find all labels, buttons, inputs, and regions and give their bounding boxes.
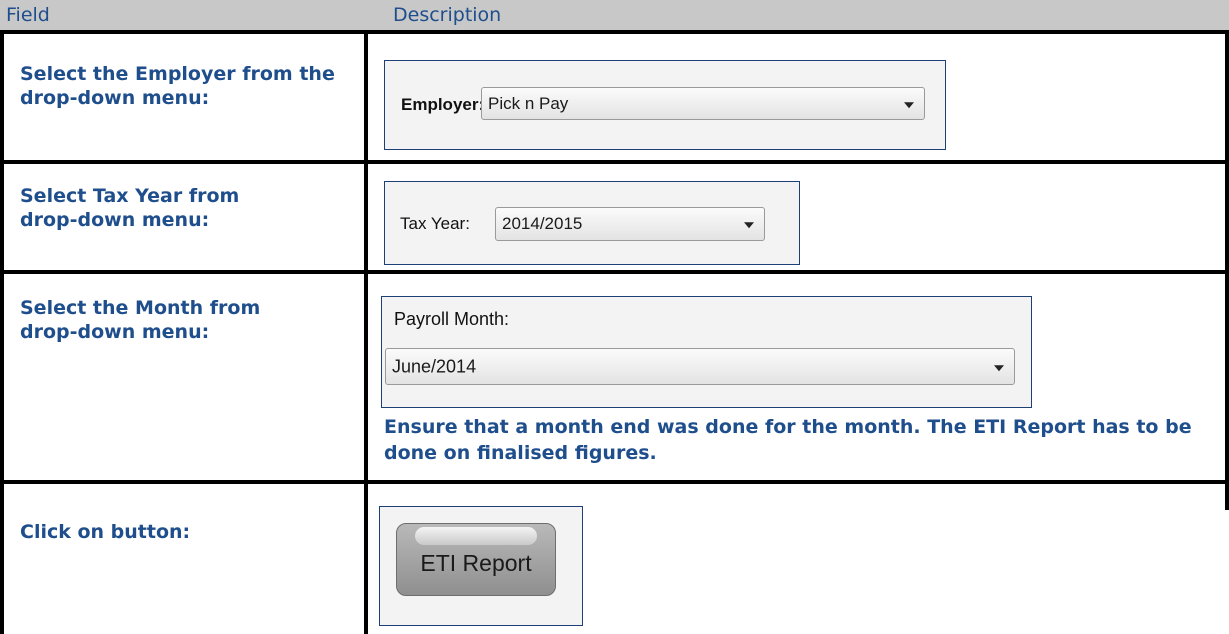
tax-year-value: 2014/2015 xyxy=(502,214,583,233)
chevron-down-icon[interactable] xyxy=(904,101,914,108)
payroll-month-screenshot: Payroll Month: June/2014 xyxy=(381,296,1032,408)
row-divider xyxy=(0,270,1229,274)
month-end-note: Ensure that a month end was done for the… xyxy=(384,416,1192,464)
tax-year-label: Tax Year: xyxy=(400,214,470,233)
tax-year-dropdown[interactable]: 2014/2015 xyxy=(495,207,765,241)
table-header: Field Description xyxy=(0,0,1229,30)
payroll-month-dropdown[interactable]: June/2014 xyxy=(385,348,1015,385)
row-employer-label: Select the Employer from the drop-down m… xyxy=(20,63,335,109)
employer-value: Pick n Pay xyxy=(488,93,569,113)
description-column-header: Description xyxy=(393,4,502,26)
employer-label: Employer: xyxy=(401,95,485,114)
payroll-month-value: June/2014 xyxy=(392,356,477,376)
eti-button-screenshot: ETI Report xyxy=(379,506,583,626)
eti-report-button-label: ETI Report xyxy=(420,550,532,576)
field-column-header: Field xyxy=(6,4,50,26)
column-divider xyxy=(364,30,368,634)
row-divider xyxy=(0,160,1229,164)
employer-dropdown[interactable]: Pick n Pay xyxy=(481,87,925,120)
row-divider xyxy=(0,30,1229,34)
employer-screenshot: Employer: Pick n Pay xyxy=(384,60,946,150)
payroll-month-label: Payroll Month: xyxy=(394,309,510,329)
row-divider xyxy=(0,480,1229,484)
table-left-border xyxy=(0,30,4,634)
row-month-label: Select the Month from drop-down menu: xyxy=(20,297,261,343)
row-tax-year-label: Select Tax Year from drop-down menu: xyxy=(20,185,240,231)
button-gloss xyxy=(415,527,537,545)
chevron-down-icon[interactable] xyxy=(744,222,754,229)
eti-report-button[interactable]: ETI Report xyxy=(396,523,556,596)
tax-year-screenshot: Tax Year: 2014/2015 xyxy=(384,181,800,265)
chevron-down-icon[interactable] xyxy=(994,364,1004,371)
row-button-label: Click on button: xyxy=(20,521,191,543)
